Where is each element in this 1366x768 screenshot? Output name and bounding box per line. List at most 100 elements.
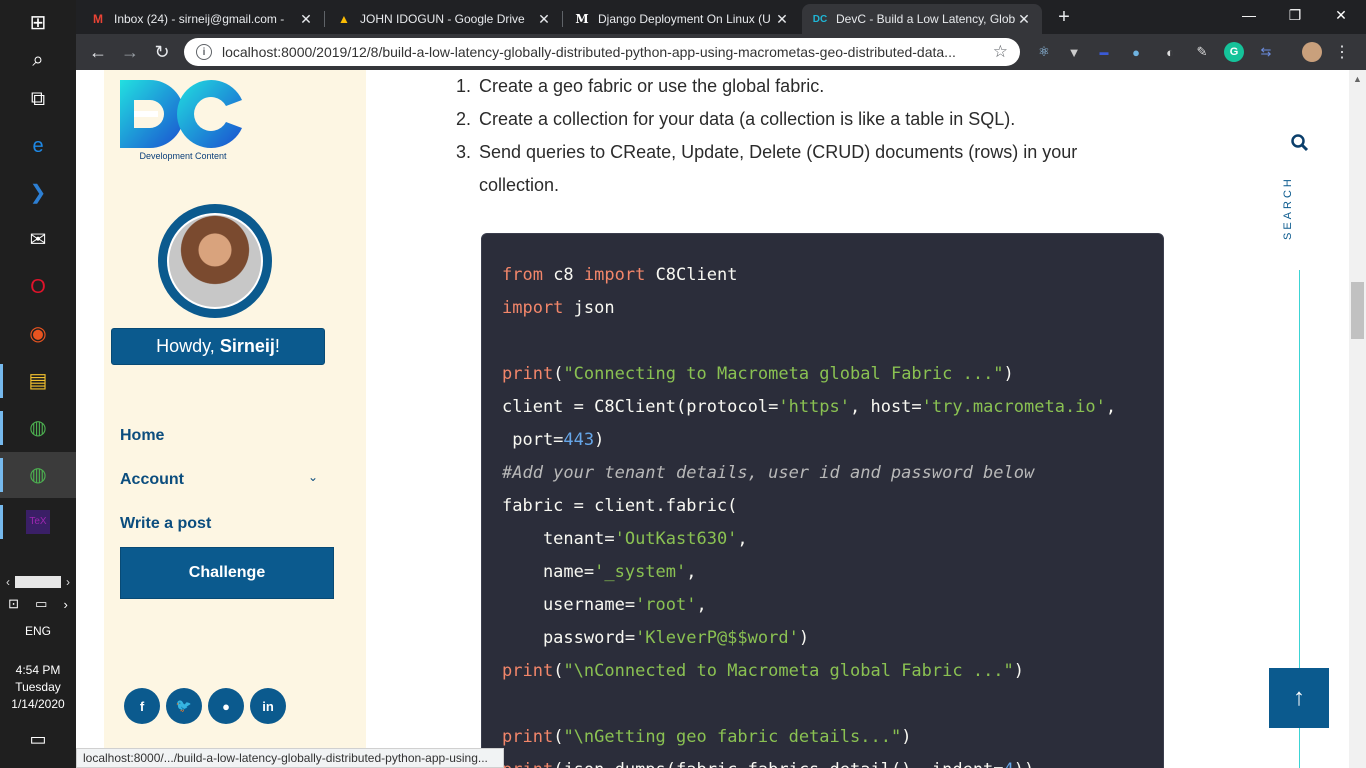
chevron-down-icon[interactable]: ⌄ [308,470,318,484]
scroll-up-icon[interactable]: ▲ [1349,70,1366,87]
clock-day: Tuesday [15,680,61,694]
nav-write-a-post[interactable]: Write a post [120,515,211,533]
taskbar-scroll[interactable]: ‹ › [0,574,76,590]
code-line: password='KleverP@$$word') [502,622,1163,655]
challenge-button[interactable]: Challenge [120,547,334,599]
avatar[interactable] [158,204,272,318]
chevron-right-icon[interactable]: › [66,575,70,589]
notification-icon[interactable]: ▭ [0,724,76,754]
network-icon[interactable]: ⊡ [8,596,19,612]
clock[interactable]: 4:54 PM Tuesday 1/14/2020 [0,662,76,713]
code-line: tenant='OutKast630', [502,523,1163,556]
code-line: from c8 import C8Client [502,259,1163,292]
mail-icon[interactable]: ✉ [0,217,76,263]
code-token: print [502,364,554,384]
address-bar[interactable]: i localhost:8000/2019/12/8/build-a-low-l… [184,38,1020,66]
edge-icon[interactable]: e [0,123,76,169]
tab-gmail[interactable]: M Inbox (24) - sirneij@gmail.com - ✕ [80,4,324,34]
close-icon[interactable]: ✕ [536,11,552,28]
react-devtools-icon[interactable]: ⚛ [1034,42,1054,62]
bookmark-star-icon[interactable]: ☆ [993,42,1008,62]
close-icon[interactable]: ✕ [774,11,790,28]
menu-kebab-icon[interactable]: ⋮ [1332,42,1352,62]
code-token: ( [553,727,564,747]
close-icon[interactable]: ✕ [1016,11,1032,28]
task-view-icon[interactable]: ⧉ [0,76,76,122]
tab-devc[interactable]: DC DevC - Build a Low Latency, Glob ✕ [802,4,1042,34]
chevron-left-icon[interactable]: ‹ [6,575,10,589]
back-to-top-button[interactable]: ↑ [1269,668,1329,728]
new-tab-button[interactable]: + [1050,5,1078,29]
browser-toolbar: ← → ↻ i localhost:8000/2019/12/8/build-a… [76,34,1366,70]
url-text[interactable]: localhost:8000/2019/12/8/build-a-low-lat… [222,44,993,60]
extension-icon[interactable]: ▬ [1094,42,1114,62]
language-indicator[interactable]: ENG [0,624,76,638]
code-token: ) [798,628,810,648]
chat-extension-icon[interactable]: ● [1126,42,1146,62]
github-icon[interactable]: ● [208,688,244,724]
page-scrollbar[interactable]: ▲ [1349,70,1366,768]
step-text: Create a collection for your data (a col… [479,109,1016,129]
greeting-badge[interactable]: Howdy, Sirneij ! [111,328,325,365]
google-drive-icon: ▲ [338,12,350,26]
minimize-button[interactable]: — [1226,0,1272,30]
scrollbar-thumb[interactable] [1351,282,1364,339]
file-explorer-icon[interactable]: ▤ [0,358,76,404]
nav-home[interactable]: Home [120,427,164,445]
vue-devtools-icon[interactable]: ▼ [1064,42,1084,62]
greeting-username: Sirneij [219,336,275,356]
search-label[interactable]: SEARCH [1282,170,1312,240]
tab-title: Django Deployment On Linux (U [598,12,771,26]
code-token: name= [502,562,595,582]
tab-google-drive[interactable]: ▲ JOHN IDOGUN - Google Drive ✕ [326,4,562,34]
arrows-extension-icon[interactable]: ⇆ [1256,42,1276,62]
grammarly-icon[interactable]: G [1224,42,1244,62]
code-token: 'try.macrometa.io' [921,397,1106,417]
chevron-right-icon[interactable]: › [64,597,68,612]
code-line: fabric = client.fabric( [502,490,1163,523]
ubuntu-icon[interactable]: ◉ [0,311,76,357]
clock-extension-icon[interactable]: ◐ [1160,42,1180,62]
code-token: ) [1013,661,1025,681]
tab-django-deployment[interactable]: M Django Deployment On Linux (U ✕ [564,4,800,34]
page-viewport: Development Content Howdy, Sirneij ! Hom… [76,70,1349,768]
article-content: 1. Create a geo fabric or use the global … [366,70,1246,768]
nav-account[interactable]: Account [120,471,184,489]
info-icon[interactable]: i [196,44,212,60]
step-number: 3. [456,142,472,162]
linkedin-icon[interactable]: in [250,688,286,724]
code-token: tenant= [502,529,615,549]
twitter-icon[interactable]: 🐦 [166,688,202,724]
chrome-icon[interactable]: ◍ [0,405,76,451]
texstudio-icon[interactable]: TeX [0,499,76,545]
restore-button[interactable]: ❐ [1272,0,1318,30]
tab-title: Inbox (24) - sirneij@gmail.com - [114,12,285,26]
code-token: "\nGetting geo fabric details..." [563,727,902,747]
code-token: password= [502,628,636,648]
window-close-button[interactable]: ✕ [1318,0,1364,30]
profile-avatar-icon[interactable] [1302,42,1322,62]
search-icon[interactable] [1290,133,1310,153]
code-line: name='_system', [502,556,1163,589]
battery-icon[interactable]: ▭ [35,596,47,612]
step-item: 2. Create a collection for your data (a c… [456,103,1159,136]
back-button[interactable]: ← [84,38,112,66]
facebook-icon[interactable]: f [124,688,160,724]
chrome-profile-icon[interactable]: ◍ [0,452,76,498]
code-token: 4 [1004,760,1014,768]
taskbar-scroll-track[interactable] [15,576,61,588]
code-token: from [502,265,543,285]
forward-button[interactable]: → [116,38,144,66]
code-token: port= [502,430,564,450]
close-icon[interactable]: ✕ [298,11,314,28]
code-line: username='root', [502,589,1163,622]
opera-icon[interactable]: O [0,264,76,310]
reload-button[interactable]: ↻ [148,38,176,66]
step-number: 1. [456,76,472,96]
code-token: print [502,727,554,747]
powershell-icon[interactable]: ❯ [0,170,76,216]
code-token: ( [553,364,564,384]
code-block[interactable]: from c8 import C8Client import json print(… [481,233,1164,768]
pen-extension-icon[interactable]: ✎ [1192,42,1212,62]
